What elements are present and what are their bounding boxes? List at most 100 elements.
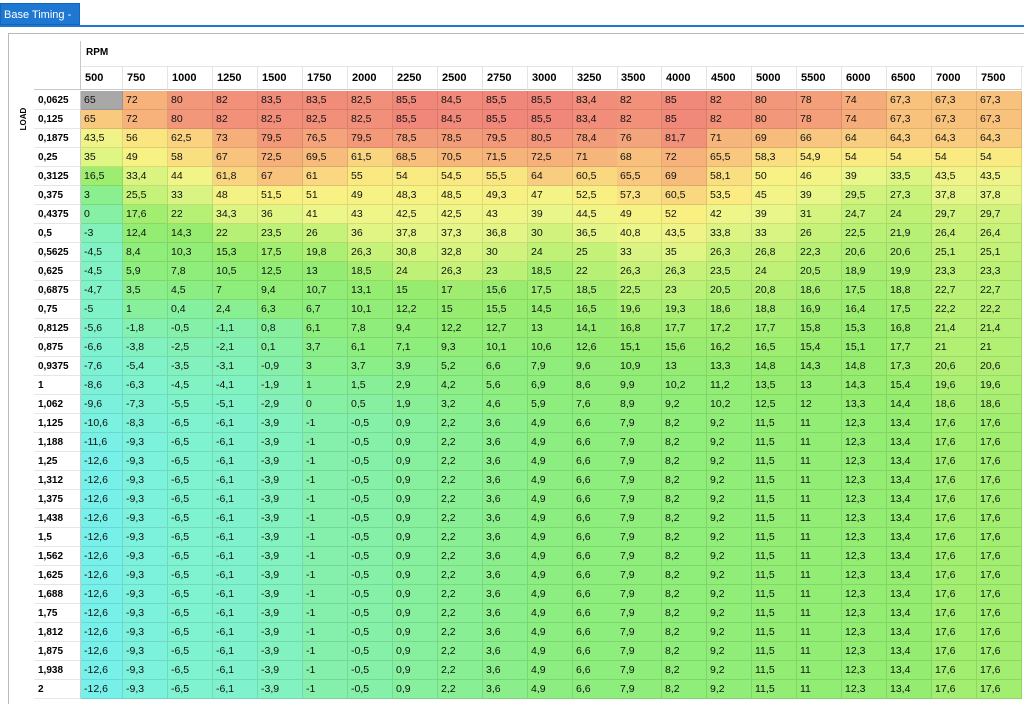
table-cell[interactable]: 17,6 [977, 680, 1022, 699]
table-cell[interactable]: 17,6 [932, 547, 977, 566]
table-cell[interactable]: 64,3 [977, 129, 1022, 148]
table-cell[interactable]: 11 [797, 547, 842, 566]
table-cell[interactable]: 72 [662, 148, 707, 167]
table-cell[interactable]: 7,9 [617, 623, 662, 642]
table-cell[interactable]: -9,3 [123, 433, 168, 452]
table-cell[interactable]: -6,1 [213, 452, 258, 471]
table-cell[interactable]: -1 [303, 528, 348, 547]
table-cell[interactable]: -1 [303, 642, 348, 661]
table-cell[interactable]: 76,5 [303, 129, 348, 148]
table-cell[interactable]: 39 [842, 167, 887, 186]
column-header-rpm[interactable]: 5000 [752, 67, 797, 90]
table-cell[interactable]: 78 [797, 110, 842, 129]
table-cell[interactable]: 12,3 [842, 509, 887, 528]
row-header-load[interactable]: 0,375 [34, 186, 81, 205]
table-cell[interactable]: -6,3 [123, 376, 168, 395]
table-cell[interactable]: 3,6 [483, 547, 528, 566]
table-cell[interactable]: 67,3 [887, 110, 932, 129]
table-cell[interactable]: -12,6 [81, 566, 123, 585]
table-cell[interactable]: 6,9 [528, 376, 573, 395]
table-cell[interactable]: 0,9 [393, 547, 438, 566]
table-cell[interactable]: 23,3 [977, 262, 1022, 281]
table-cell[interactable]: -6,5 [168, 452, 213, 471]
table-cell[interactable]: -9,3 [123, 623, 168, 642]
table-cell[interactable]: -1 [303, 471, 348, 490]
table-cell[interactable]: -6,1 [213, 604, 258, 623]
column-header-rpm[interactable]: 5500 [797, 67, 842, 90]
table-cell[interactable]: 39 [528, 205, 573, 224]
table-cell[interactable]: -3,9 [258, 661, 303, 680]
table-cell[interactable]: 6,6 [573, 547, 618, 566]
table-cell[interactable]: 2,2 [438, 471, 483, 490]
table-cell[interactable]: 12,3 [842, 566, 887, 585]
table-cell[interactable]: 4,9 [528, 547, 573, 566]
table-cell[interactable]: 9,2 [707, 433, 752, 452]
table-cell[interactable]: 54 [977, 148, 1022, 167]
table-cell[interactable]: 14,4 [887, 395, 932, 414]
table-cell[interactable]: 11,5 [752, 414, 797, 433]
table-cell[interactable]: -3,1 [213, 357, 258, 376]
table-cell[interactable]: 17,6 [977, 566, 1022, 585]
table-cell[interactable]: 7,9 [617, 642, 662, 661]
column-header-rpm[interactable]: 7000 [932, 67, 977, 90]
table-cell[interactable]: 16,4 [842, 300, 887, 319]
row-header-load[interactable]: 1,938 [34, 661, 81, 680]
column-header-rpm[interactable]: 2750 [483, 67, 528, 90]
table-cell[interactable]: 15,6 [662, 338, 707, 357]
table-cell[interactable]: 12,5 [258, 262, 303, 281]
column-header-rpm[interactable]: 6500 [887, 67, 932, 90]
table-cell[interactable]: 9,2 [707, 452, 752, 471]
table-cell[interactable]: 13,4 [887, 490, 932, 509]
table-cell[interactable]: 61 [303, 167, 348, 186]
table-cell[interactable]: 11 [797, 604, 842, 623]
table-cell[interactable]: 22,5 [617, 281, 662, 300]
table-cell[interactable]: 11,5 [752, 585, 797, 604]
table-cell[interactable]: 80 [168, 91, 213, 110]
table-cell[interactable]: -5,4 [123, 357, 168, 376]
table-cell[interactable]: 17,6 [977, 490, 1022, 509]
table-cell[interactable]: 68,5 [393, 148, 438, 167]
table-cell[interactable]: 72,5 [528, 148, 573, 167]
table-cell[interactable]: 4,9 [528, 566, 573, 585]
table-cell[interactable]: 54 [932, 148, 977, 167]
table-cell[interactable]: 11,5 [752, 452, 797, 471]
row-header-load[interactable]: 1,625 [34, 566, 81, 585]
table-cell[interactable]: 85,5 [528, 91, 573, 110]
table-cell[interactable]: 67 [258, 167, 303, 186]
table-cell[interactable]: -6,5 [168, 547, 213, 566]
table-cell[interactable]: -6,1 [213, 566, 258, 585]
table-cell[interactable]: -0,5 [348, 642, 393, 661]
table-cell[interactable]: 16,8 [617, 319, 662, 338]
table-cell[interactable]: 82 [213, 110, 258, 129]
table-cell[interactable]: 82 [707, 91, 752, 110]
table-cell[interactable]: 41 [303, 205, 348, 224]
table-cell[interactable]: -6,1 [213, 680, 258, 699]
table-cell[interactable]: 80 [752, 110, 797, 129]
table-cell[interactable]: 10,3 [168, 243, 213, 262]
table-cell[interactable]: 15,1 [842, 338, 887, 357]
table-cell[interactable]: 8,2 [662, 547, 707, 566]
table-cell[interactable]: -8,6 [81, 376, 123, 395]
table-cell[interactable]: 27,3 [887, 186, 932, 205]
table-cell[interactable]: 12,3 [842, 452, 887, 471]
table-cell[interactable]: 8,2 [662, 452, 707, 471]
table-cell[interactable]: 26,3 [707, 243, 752, 262]
table-cell[interactable]: 2,2 [438, 623, 483, 642]
table-cell[interactable]: -4,5 [81, 243, 123, 262]
table-cell[interactable]: -3,9 [258, 642, 303, 661]
table-cell[interactable]: 16,5 [81, 167, 123, 186]
table-cell[interactable]: 83,5 [258, 91, 303, 110]
table-cell[interactable]: 11,5 [752, 642, 797, 661]
table-cell[interactable]: 57,3 [617, 186, 662, 205]
table-cell[interactable]: 8,2 [662, 433, 707, 452]
table-cell[interactable]: 13,4 [887, 623, 932, 642]
table-cell[interactable]: -4,5 [168, 376, 213, 395]
table-cell[interactable]: -3,9 [258, 509, 303, 528]
table-cell[interactable]: 31 [797, 205, 842, 224]
table-cell[interactable]: 6,6 [573, 623, 618, 642]
table-cell[interactable]: 36 [348, 224, 393, 243]
table-cell[interactable]: 4,9 [528, 509, 573, 528]
table-cell[interactable]: -0,5 [348, 528, 393, 547]
table-cell[interactable]: 16,8 [887, 319, 932, 338]
table-cell[interactable]: 12,6 [573, 338, 618, 357]
